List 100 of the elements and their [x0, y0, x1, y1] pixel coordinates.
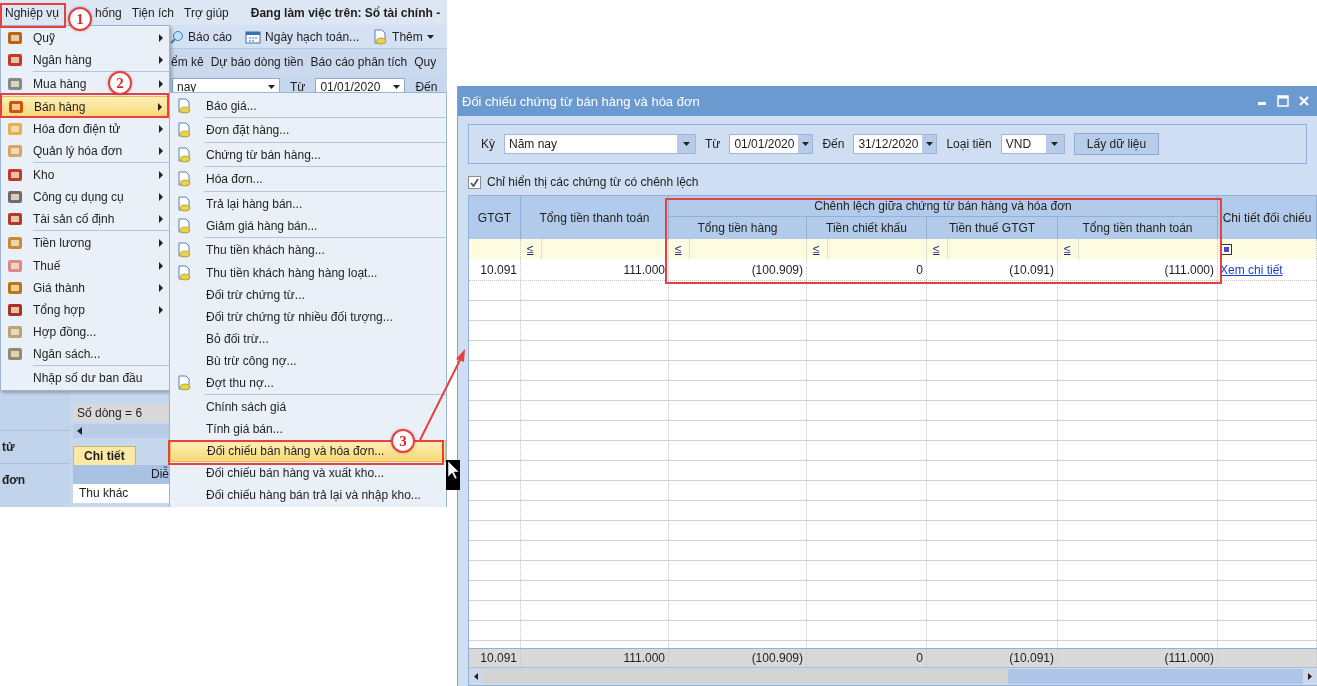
report-tab[interactable]: Quy [414, 55, 437, 69]
menu-item[interactable]: Giá thành [1, 276, 169, 299]
dropdown-arrow-icon[interactable] [426, 34, 434, 39]
module-icon [7, 235, 23, 252]
filter-operator[interactable]: ≤ [669, 239, 690, 259]
to-label: Đến [415, 80, 438, 94]
menu-item[interactable]: Kho [1, 161, 169, 186]
horizontal-scrollbar[interactable] [73, 424, 169, 438]
filter-operator[interactable]: ≤ [521, 239, 542, 259]
filter-operator[interactable]: ≤ [927, 239, 948, 259]
to-date-field[interactable]: 31/12/2020 [853, 134, 938, 154]
table-cell: 111.000 [521, 259, 669, 280]
menu-item[interactable]: Bù trừ công nợ... [170, 349, 446, 372]
menu-item[interactable]: Tiền lương [1, 230, 169, 255]
scrollbar-thumb[interactable] [1007, 669, 1303, 684]
submenu-arrow-icon [159, 124, 163, 133]
report-tab[interactable]: Dự báo dòng tiền [210, 55, 304, 69]
menu-bar-item[interactable]: Trợ giúp [179, 5, 234, 20]
scroll-left-icon[interactable] [77, 427, 82, 435]
menu-item[interactable]: Giảm giá hàng bán... [170, 215, 446, 237]
submenu-arrow-icon [159, 239, 163, 248]
to-label: Đến [822, 137, 845, 151]
submenu-arrow-icon [159, 193, 163, 201]
magnifier-icon [170, 29, 184, 44]
document-icon [176, 122, 192, 139]
menu-item[interactable]: Công cụ dụng cụ [1, 186, 169, 208]
highlight-frame [0, 3, 66, 28]
menu-item[interactable]: Thu tiền khách hàng hàng loạt... [170, 261, 446, 284]
table-cell: Thu khác [73, 484, 169, 503]
dropdown-arrow-icon[interactable] [1051, 142, 1059, 146]
dropdown-arrow-icon[interactable] [925, 142, 933, 146]
dropdown-arrow-icon[interactable] [801, 142, 809, 146]
currency-combobox[interactable]: VND [1000, 134, 1065, 154]
detail-tab[interactable]: Chi tiết [73, 446, 136, 465]
menu-bar-item[interactable]: Nghiệp vụ [0, 5, 65, 20]
menu-item[interactable]: Bỏ đối trừ... [170, 327, 446, 350]
module-icon [7, 30, 23, 46]
get-data-button[interactable]: Lấy dữ liệu [1073, 133, 1160, 155]
navigation-item[interactable]: đơn [0, 463, 70, 496]
module-icon [7, 166, 23, 183]
menu-item[interactable]: Hóa đơn... [170, 166, 446, 191]
menu-item[interactable]: Hóa đơn điện tử [1, 117, 169, 140]
period-combobox[interactable]: Năm nay [504, 134, 696, 154]
menu-bar-item[interactable]: hống [90, 5, 127, 20]
menu-item[interactable]: Tổng hợp [1, 298, 169, 321]
table-cell: (10.091) [927, 259, 1058, 280]
menu-item[interactable]: Quản lý hóa đơn [1, 139, 169, 162]
filter-operator[interactable]: ≤ [807, 239, 828, 259]
submenu-arrow-icon [159, 283, 163, 292]
menu-item[interactable]: Báo giá... [170, 95, 446, 117]
document-icon [176, 98, 192, 114]
menu-item[interactable]: Đối trừ chứng từ nhiều đối tượng... [170, 305, 446, 328]
document-icon [176, 242, 192, 259]
report-tab[interactable]: ểm kê [171, 55, 204, 69]
menu-item[interactable]: Trả lại hàng bán... [170, 190, 446, 215]
menu-item[interactable]: Đơn đặt hàng... [170, 117, 446, 142]
toolbar-button[interactable]: Ngày hạch toán... [245, 29, 360, 44]
table-cell: (100.909) [669, 259, 807, 280]
calendar-icon [245, 29, 262, 44]
from-label: Từ [290, 80, 306, 94]
menu-item[interactable]: Đối trừ chứng từ... [170, 283, 446, 306]
menu-item[interactable]: Đối chiếu hàng bán trả lại và nhập kho... [170, 484, 446, 506]
document-icon [176, 218, 192, 234]
toolbar-button[interactable]: Báo cáo [170, 29, 233, 44]
dropdown-arrow-icon[interactable] [268, 85, 275, 89]
filter-operator[interactable]: ≤ [1058, 239, 1079, 259]
menu-item[interactable]: Ngân sách... [1, 342, 169, 365]
navigation-item[interactable]: tử [0, 430, 70, 463]
document-icon [372, 28, 389, 45]
maximize-icon[interactable] [1277, 95, 1289, 107]
submenu-arrow-icon [158, 102, 162, 111]
menu-item[interactable]: Đối chiếu bán hàng và xuất kho... [170, 462, 446, 484]
menu-item[interactable]: Hợp đồng... [1, 320, 169, 343]
module-icon [7, 323, 23, 340]
from-date-field[interactable]: 01/01/2020 [729, 134, 814, 154]
dropdown-arrow-icon[interactable] [393, 85, 401, 89]
module-icon [7, 76, 23, 93]
menu-item[interactable]: Tài sản cố định [1, 208, 169, 230]
menu-item[interactable]: Bán hàng [1, 95, 169, 118]
module-icon [7, 189, 23, 205]
detail-link[interactable]: Xem chi tiết [1218, 262, 1283, 277]
dropdown-arrow-icon[interactable] [682, 142, 690, 146]
menu-item[interactable]: Chứng từ bán hàng... [170, 141, 446, 166]
menu-item[interactable]: Chính sách giá [170, 393, 446, 418]
menu-item[interactable]: Đợt thu nợ... [170, 371, 446, 394]
menu-bar-item[interactable]: Tiện ích [126, 5, 179, 20]
submenu-arrow-icon [159, 56, 163, 64]
menu-item[interactable]: Ngân hàng [1, 49, 169, 71]
menu-item[interactable]: Thu tiền khách hàng... [170, 237, 446, 262]
filter-checkbox-icon[interactable] [1221, 243, 1232, 255]
checkmark-icon [470, 177, 479, 187]
checkbox[interactable] [468, 175, 481, 189]
menu-item[interactable]: Thuế [1, 254, 169, 277]
report-tab[interactable]: Báo cáo phân tích [310, 55, 408, 69]
toolbar-button[interactable]: Thêm [372, 28, 434, 45]
horizontal-scrollbar[interactable] [469, 667, 1317, 685]
close-icon[interactable] [1299, 96, 1309, 106]
mouse-cursor-icon [446, 460, 460, 490]
module-icon [7, 345, 23, 362]
menu-item[interactable]: Nhập số dư ban đầu [1, 364, 169, 389]
